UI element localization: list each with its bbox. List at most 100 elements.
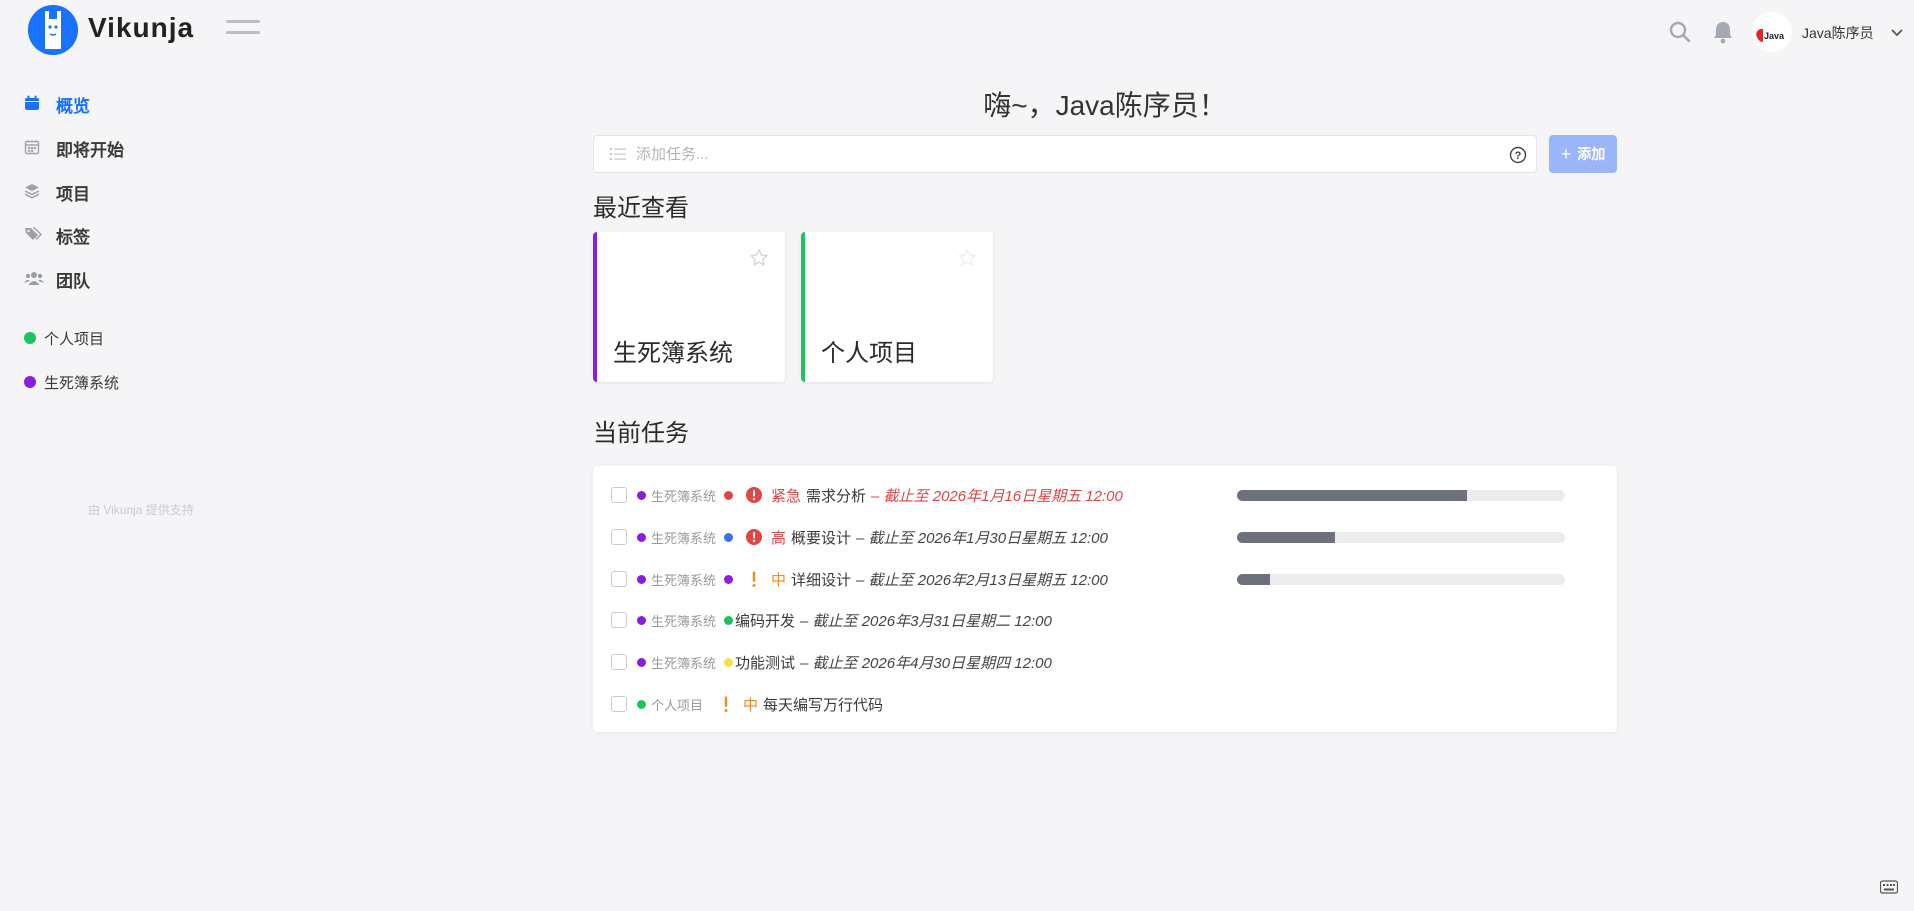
project-color-bar: [801, 232, 805, 382]
task-row[interactable]: 生死簿系统 编码开发 – 截止至 2026年3月31日星期二 12:00: [593, 606, 1617, 634]
task-priority: 中: [743, 696, 759, 714]
sidebar-item-labels[interactable]: 标签: [24, 222, 90, 248]
svg-text:?: ?: [1515, 150, 1522, 162]
project-color-dot: [637, 699, 646, 709]
project-color-dot: [637, 490, 646, 500]
add-task-bar: ?: [593, 135, 1537, 173]
avatar-text: Java: [1764, 31, 1785, 41]
task-row[interactable]: 生死簿系统 紧急 需求分析 – 截止至 2026年1月16日星期五 12:00: [593, 481, 1617, 509]
label-color-dot: [724, 615, 734, 625]
sidebar-item-label: 概览: [56, 96, 90, 116]
task-row[interactable]: 生死簿系统 功能测试 – 截止至 2026年4月30日星期四 12:00: [593, 648, 1617, 676]
task-row[interactable]: 生死簿系统 高 概要设计 – 截止至 2026年1月30日星期五 12:00: [593, 523, 1617, 551]
task-checkbox[interactable]: [611, 612, 627, 628]
layers-icon: [24, 183, 42, 201]
plus-icon: +: [1560, 143, 1572, 164]
task-project[interactable]: 生死簿系统: [651, 570, 716, 589]
label-color-dot: [724, 532, 734, 542]
project-color-dot: [24, 376, 36, 388]
project-color-dot: [637, 532, 646, 542]
current-tasks-title: 当前任务: [593, 420, 689, 447]
project-color-dot: [637, 574, 646, 584]
task-progress-bar: [1237, 490, 1565, 501]
label-color-dot: [724, 657, 734, 667]
list-icon: [610, 147, 626, 161]
task-project[interactable]: 个人项目: [651, 695, 703, 714]
sidebar-project-lifedeath[interactable]: 生死簿系统: [24, 370, 119, 394]
task-progress-fill: [1237, 532, 1336, 543]
task-project[interactable]: 生死簿系统: [651, 528, 716, 547]
task-row[interactable]: 个人项目 中 每天编写万行代码: [593, 690, 1617, 718]
task-name[interactable]: 功能测试: [735, 652, 795, 673]
exclamation-icon: [717, 695, 735, 713]
sidebar-project-label: 个人项目: [44, 330, 105, 348]
avatar[interactable]: Java: [1752, 12, 1792, 52]
add-task-button-label: 添加: [1577, 146, 1606, 162]
project-color-bar: [593, 232, 597, 382]
sidebar-project-personal[interactable]: 个人项目: [24, 326, 104, 350]
project-color-dot: [637, 657, 646, 667]
keyboard-icon[interactable]: [1879, 880, 1899, 894]
task-name[interactable]: 每天编写万行代码: [763, 694, 883, 715]
alert-circle-icon: [745, 486, 763, 504]
task-priority: 高: [771, 529, 787, 547]
task-progress-fill: [1237, 574, 1270, 585]
sidebar-project-label: 生死簿系统: [44, 374, 120, 392]
task-due-date: – 截止至 2026年2月13日星期五 12:00: [856, 571, 1108, 589]
add-task-button[interactable]: + 添加: [1549, 135, 1617, 173]
top-bar: Vikunja Java Java陈序员: [0, 0, 1914, 64]
task-checkbox[interactable]: [611, 696, 627, 712]
project-color-dot: [24, 332, 36, 344]
task-list: 生死簿系统 紧急 需求分析 – 截止至 2026年1月16日星期五 12:00 …: [593, 466, 1617, 732]
task-project[interactable]: 生死簿系统: [651, 486, 716, 505]
task-checkbox[interactable]: [611, 571, 627, 587]
user-name[interactable]: Java陈序员: [1802, 23, 1874, 43]
task-name[interactable]: 概要设计: [791, 527, 851, 548]
sidebar-item-label: 项目: [56, 184, 90, 204]
task-checkbox[interactable]: [611, 529, 627, 545]
task-name[interactable]: 需求分析: [806, 485, 866, 506]
sidebar-item-upcoming[interactable]: 即将开始: [24, 135, 124, 161]
task-due-date: – 截止至 2026年1月16日星期五 12:00: [871, 487, 1123, 505]
task-priority: 中: [771, 571, 787, 589]
task-due-date: – 截止至 2026年4月30日星期四 12:00: [800, 654, 1052, 672]
task-name[interactable]: 详细设计: [791, 569, 851, 590]
users-icon: [24, 270, 44, 288]
label-color-dot: [724, 490, 734, 500]
star-icon[interactable]: [957, 248, 977, 268]
task-progress-bar: [1237, 574, 1565, 585]
bell-icon[interactable]: [1712, 20, 1734, 44]
sidebar-item-teams[interactable]: 团队: [24, 266, 90, 292]
task-row[interactable]: 生死簿系统 中 详细设计 – 截止至 2026年2月13日星期五 12:00: [593, 565, 1617, 593]
label-color-dot: [724, 574, 734, 584]
task-project[interactable]: 生死簿系统: [651, 611, 716, 630]
page-title: 嗨~，Java陈序员！: [983, 90, 1227, 121]
recent-project-title: 个人项目: [821, 340, 917, 367]
vikunja-logo[interactable]: [28, 5, 78, 55]
recent-project-card[interactable]: 个人项目: [801, 232, 993, 382]
add-task-input[interactable]: [634, 142, 1494, 166]
task-name[interactable]: 编码开发: [735, 610, 795, 631]
task-project[interactable]: 生死簿系统: [651, 653, 716, 672]
task-progress-bar: [1237, 532, 1565, 543]
star-icon[interactable]: [749, 248, 769, 268]
chevron-down-icon[interactable]: [1890, 26, 1904, 38]
project-color-dot: [637, 615, 646, 625]
menu-toggle-button[interactable]: [226, 20, 260, 42]
exclamation-icon: [745, 570, 763, 588]
task-checkbox[interactable]: [611, 654, 627, 670]
tags-icon: [24, 226, 42, 244]
task-due-date: – 截止至 2026年3月31日星期二 12:00: [800, 612, 1052, 630]
task-checkbox[interactable]: [611, 487, 627, 503]
recent-projects-title: 最近查看: [593, 195, 689, 222]
sidebar-item-overview[interactable]: 概览: [24, 91, 90, 117]
sidebar-item-projects[interactable]: 项目: [24, 179, 90, 205]
search-icon[interactable]: [1668, 20, 1692, 44]
recent-project-card[interactable]: 生死簿系统: [593, 232, 785, 382]
powered-by-link[interactable]: 由 Vikunja 提供支持: [88, 501, 194, 518]
calendar-grid-icon: [24, 139, 42, 157]
help-icon[interactable]: ?: [1509, 146, 1527, 164]
task-progress-fill: [1237, 490, 1467, 501]
task-priority: 紧急: [771, 487, 802, 505]
sidebar-item-label: 标签: [56, 227, 90, 247]
